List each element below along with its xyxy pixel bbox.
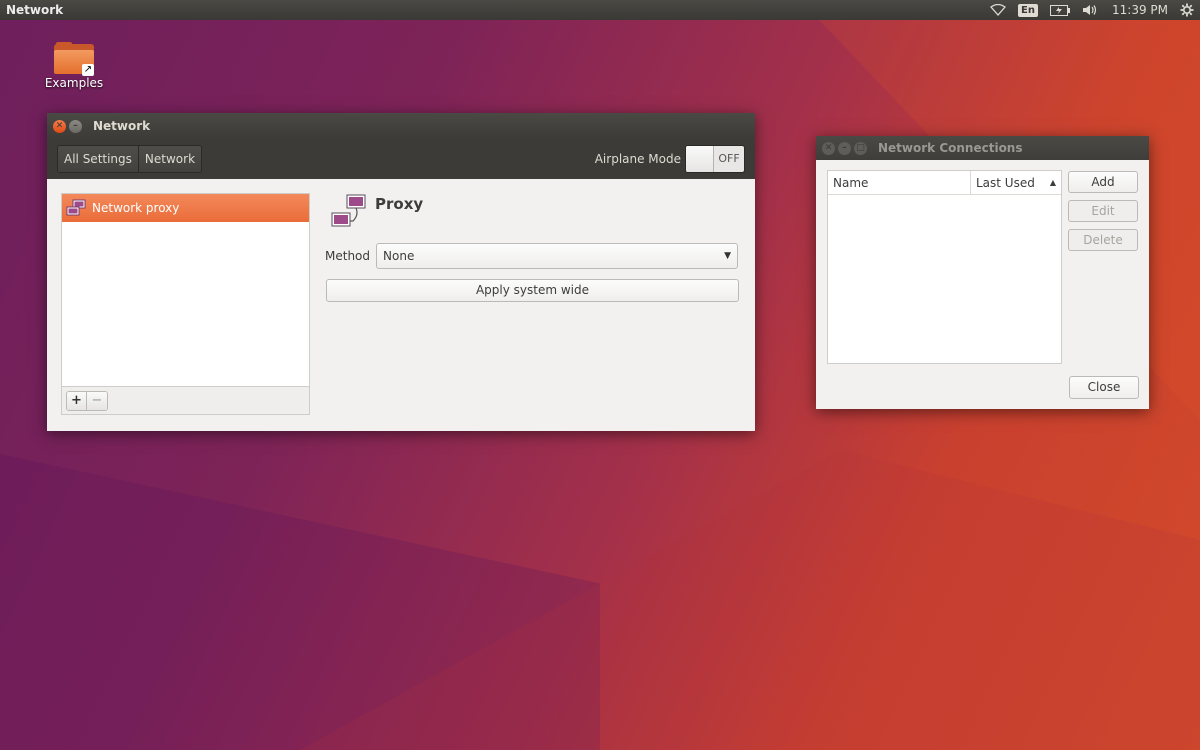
clock[interactable]: 11:39 PM bbox=[1112, 3, 1168, 17]
window-titlebar[interactable]: ✕ – □ Network Connections bbox=[816, 136, 1149, 160]
volume-icon[interactable] bbox=[1082, 4, 1100, 16]
symlink-arrow-icon: ↗ bbox=[82, 64, 94, 76]
column-header-last-used[interactable]: Last Used ▲ bbox=[971, 171, 1061, 194]
window-titlebar[interactable]: ✕ – Network bbox=[47, 113, 755, 139]
add-connection-button[interactable]: + bbox=[67, 391, 87, 410]
breadcrumb-all-settings[interactable]: All Settings bbox=[58, 146, 139, 172]
keyboard-language-indicator[interactable]: En bbox=[1018, 3, 1038, 17]
battery-icon[interactable] bbox=[1050, 4, 1070, 16]
method-selected-value: None bbox=[383, 249, 415, 263]
connections-table: Name Last Used ▲ bbox=[827, 170, 1062, 364]
window-title: Network Connections bbox=[878, 141, 1023, 155]
apply-system-wide-button[interactable]: Apply system wide bbox=[326, 279, 739, 302]
active-app-title: Network bbox=[6, 3, 64, 17]
column-header-name[interactable]: Name bbox=[828, 171, 971, 194]
window-title: Network bbox=[93, 119, 151, 133]
desktop-item-examples[interactable]: ↗ Examples bbox=[40, 42, 108, 90]
close-window-button[interactable]: ✕ bbox=[53, 119, 66, 133]
settings-toolbar: All Settings Network Airplane Mode OFF bbox=[47, 139, 755, 179]
toggle-knob bbox=[686, 146, 714, 172]
delete-button[interactable]: Delete bbox=[1068, 229, 1138, 251]
sort-ascending-icon: ▲ bbox=[1049, 178, 1056, 187]
minimize-window-button[interactable]: – bbox=[69, 119, 82, 133]
folder-icon: ↗ bbox=[54, 42, 94, 76]
network-device-list: Network proxy + − bbox=[61, 193, 310, 415]
airplane-mode-label: Airplane Mode bbox=[594, 152, 681, 166]
proxy-header: Proxy bbox=[331, 193, 423, 235]
top-panel: Network En 11:39 PM bbox=[0, 0, 1200, 20]
list-item-network-proxy[interactable]: Network proxy bbox=[62, 194, 309, 222]
airplane-mode-toggle[interactable]: OFF bbox=[685, 145, 745, 173]
breadcrumb: All Settings Network bbox=[57, 145, 203, 173]
proxy-icon bbox=[66, 199, 86, 217]
wifi-icon[interactable] bbox=[990, 4, 1007, 16]
list-edit-buttons: + − bbox=[66, 390, 108, 411]
network-window: ✕ – Network All Settings Network Airplan… bbox=[47, 113, 755, 431]
network-body: Network proxy + − Proxy Method None ▼ Ap… bbox=[47, 179, 755, 431]
close-button[interactable]: Close bbox=[1069, 376, 1139, 399]
close-window-button[interactable]: ✕ bbox=[822, 141, 835, 155]
list-footer: + − bbox=[62, 386, 309, 414]
indicator-area: En 11:39 PM bbox=[990, 3, 1194, 17]
method-row: Method None ▼ bbox=[325, 243, 739, 269]
network-connections-window: ✕ – □ Network Connections Name Last Used… bbox=[816, 136, 1149, 409]
add-button[interactable]: Add bbox=[1068, 171, 1138, 193]
minimize-window-button[interactable]: – bbox=[838, 141, 851, 155]
desktop-item-label: Examples bbox=[44, 76, 104, 90]
edit-button[interactable]: Edit bbox=[1068, 200, 1138, 222]
chevron-down-icon: ▼ bbox=[724, 251, 732, 261]
wallpaper-shape bbox=[300, 450, 1200, 750]
remove-connection-button[interactable]: − bbox=[87, 391, 107, 410]
column-header-label: Last Used bbox=[976, 175, 1035, 190]
proxy-icon bbox=[331, 193, 367, 235]
proxy-title: Proxy bbox=[375, 195, 424, 213]
toggle-state: OFF bbox=[718, 152, 740, 165]
wallpaper-shape bbox=[0, 454, 600, 750]
method-label: Method bbox=[325, 249, 371, 263]
gear-icon[interactable] bbox=[1180, 3, 1194, 17]
airplane-mode-control: Airplane Mode OFF bbox=[595, 145, 745, 173]
maximize-window-button[interactable]: □ bbox=[854, 141, 867, 155]
list-item-label: Network proxy bbox=[92, 201, 180, 215]
breadcrumb-network[interactable]: Network bbox=[138, 146, 202, 172]
table-header: Name Last Used ▲ bbox=[828, 171, 1061, 195]
method-dropdown[interactable]: None ▼ bbox=[376, 243, 739, 269]
